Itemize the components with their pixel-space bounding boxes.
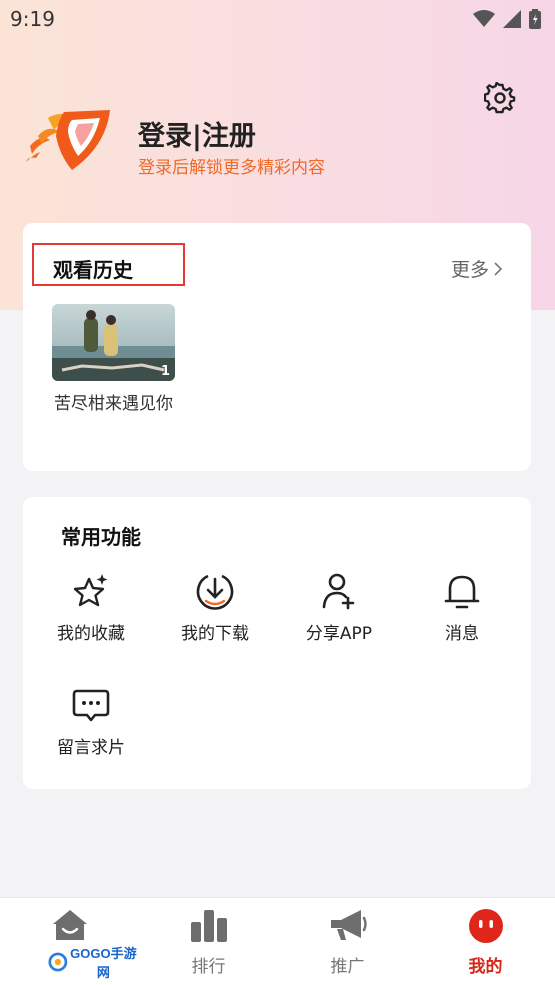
share-app-label: 分享APP: [305, 624, 373, 644]
history-more-link[interactable]: 更多: [451, 255, 503, 282]
request-movie-button[interactable]: 留言求片: [36, 685, 146, 758]
share-user-icon: [322, 573, 355, 610]
bell-icon: [444, 575, 480, 609]
tab-ranking[interactable]: 排行: [139, 898, 278, 985]
watch-history-card: 观看历史 更多 1 苦尽柑来遇见你: [23, 223, 531, 471]
bottom-tab-bar: GOGO手游网 排行 推广 我的: [0, 897, 555, 985]
watermark-logo: GOGO手游网: [48, 946, 139, 980]
tab-mine[interactable]: 我的: [416, 898, 555, 985]
battery-icon: [529, 9, 541, 29]
login-register-link[interactable]: 登录|注册: [138, 114, 256, 153]
share-app-button[interactable]: 分享APP: [284, 571, 394, 644]
chat-bubble-icon: [72, 689, 110, 722]
history-title: 观看历史: [53, 258, 133, 282]
watermark-badge-icon: [48, 952, 68, 972]
functions-title: 常用功能: [61, 525, 141, 549]
download-icon: [196, 574, 234, 610]
status-icons: [473, 9, 541, 29]
tab-promote-label: 推广: [330, 957, 365, 977]
chart-icon: [190, 910, 227, 942]
episode-badge: 1: [160, 364, 170, 379]
history-more-label: 更多: [450, 259, 489, 281]
wifi-icon: [473, 10, 495, 27]
history-item-thumbnail[interactable]: 1: [52, 304, 175, 381]
tab-mine-label: 我的: [468, 957, 503, 977]
downloads-label: 我的下载: [181, 624, 249, 644]
messages-button[interactable]: 消息: [407, 571, 517, 644]
video-poster: [52, 304, 175, 381]
messages-label: 消息: [445, 624, 479, 644]
settings-button[interactable]: [482, 80, 518, 116]
gear-icon: [484, 82, 516, 114]
downloads-button[interactable]: 我的下载: [160, 571, 270, 644]
tab-home[interactable]: GOGO手游网: [0, 898, 139, 985]
app-logo: [26, 110, 110, 170]
login-subtitle: 登录后解锁更多精彩内容: [138, 158, 325, 178]
common-functions-card: 常用功能 我的收藏 我的下载 分享APP 消息 留言求片: [23, 497, 531, 789]
request-movie-label: 留言求片: [57, 738, 125, 758]
status-time: 9:19: [10, 7, 55, 31]
history-item-title[interactable]: 苦尽柑来遇见你: [52, 391, 175, 417]
watermark-text: GOGO手游网: [70, 946, 137, 980]
signal-icon: [503, 10, 521, 28]
status-bar: 9:19: [0, 0, 555, 38]
megaphone-icon: [330, 910, 367, 940]
home-icon: [52, 910, 87, 940]
profile-face-icon: [468, 909, 503, 943]
tab-promote[interactable]: 推广: [278, 898, 417, 985]
favorites-label: 我的收藏: [57, 624, 125, 644]
star-sparkle-icon: [73, 574, 108, 607]
favorites-button[interactable]: 我的收藏: [36, 571, 146, 644]
chevron-right-icon: [494, 261, 503, 276]
tab-ranking-label: 排行: [191, 957, 226, 977]
